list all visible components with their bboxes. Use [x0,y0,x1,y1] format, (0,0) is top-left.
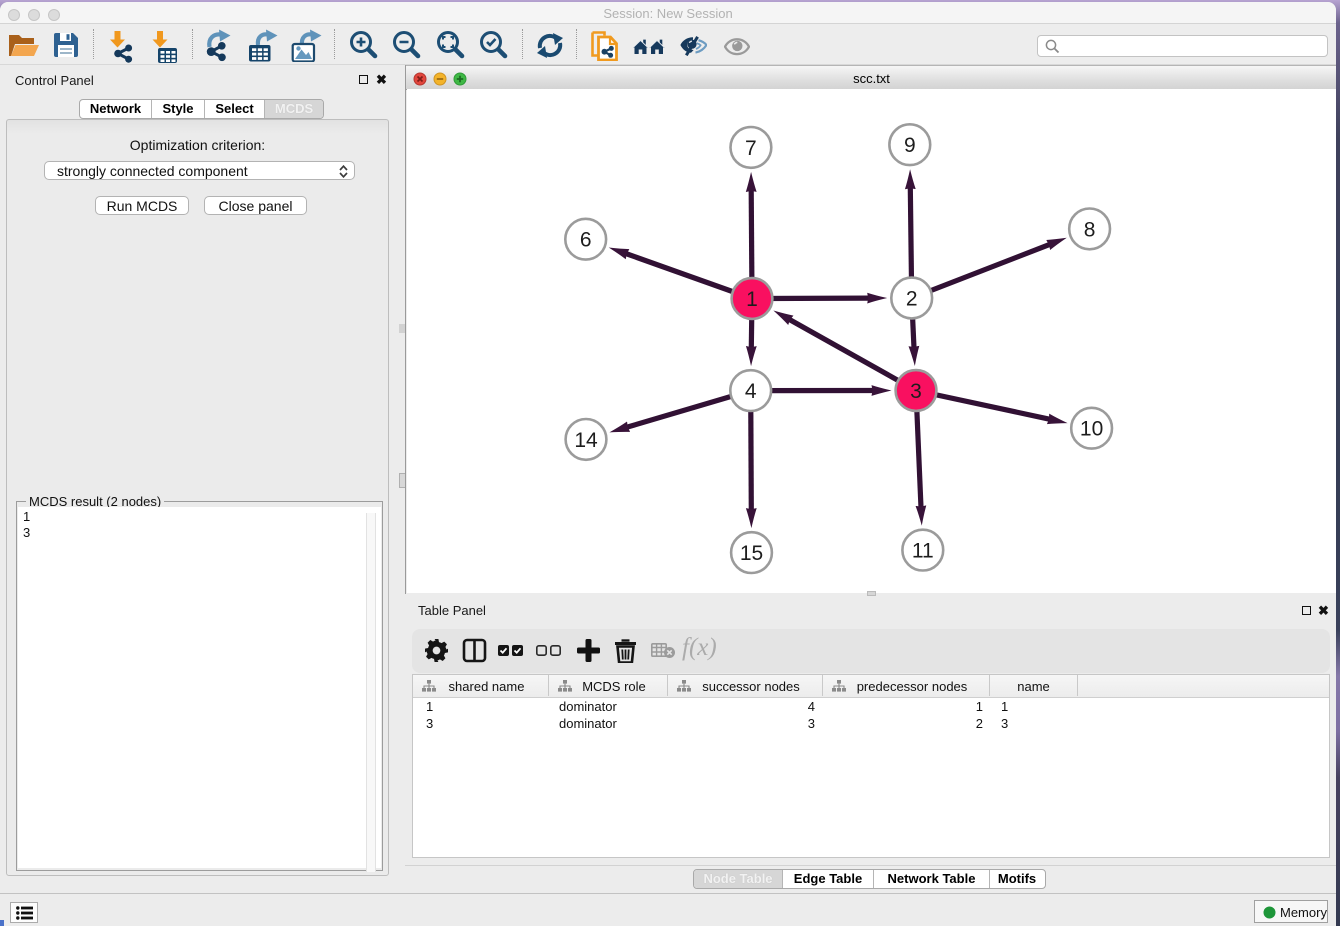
svg-text:8: 8 [1084,218,1096,241]
svg-text:6: 6 [580,229,592,252]
svg-text:11: 11 [912,540,934,563]
svg-text:7: 7 [745,137,757,160]
svg-text:3: 3 [910,380,922,403]
svg-text:14: 14 [574,429,598,452]
svg-text:15: 15 [740,542,763,565]
svg-text:1: 1 [746,288,758,311]
svg-text:2: 2 [906,288,918,311]
svg-text:10: 10 [1080,418,1103,441]
svg-text:9: 9 [904,134,916,157]
svg-text:4: 4 [745,380,757,403]
